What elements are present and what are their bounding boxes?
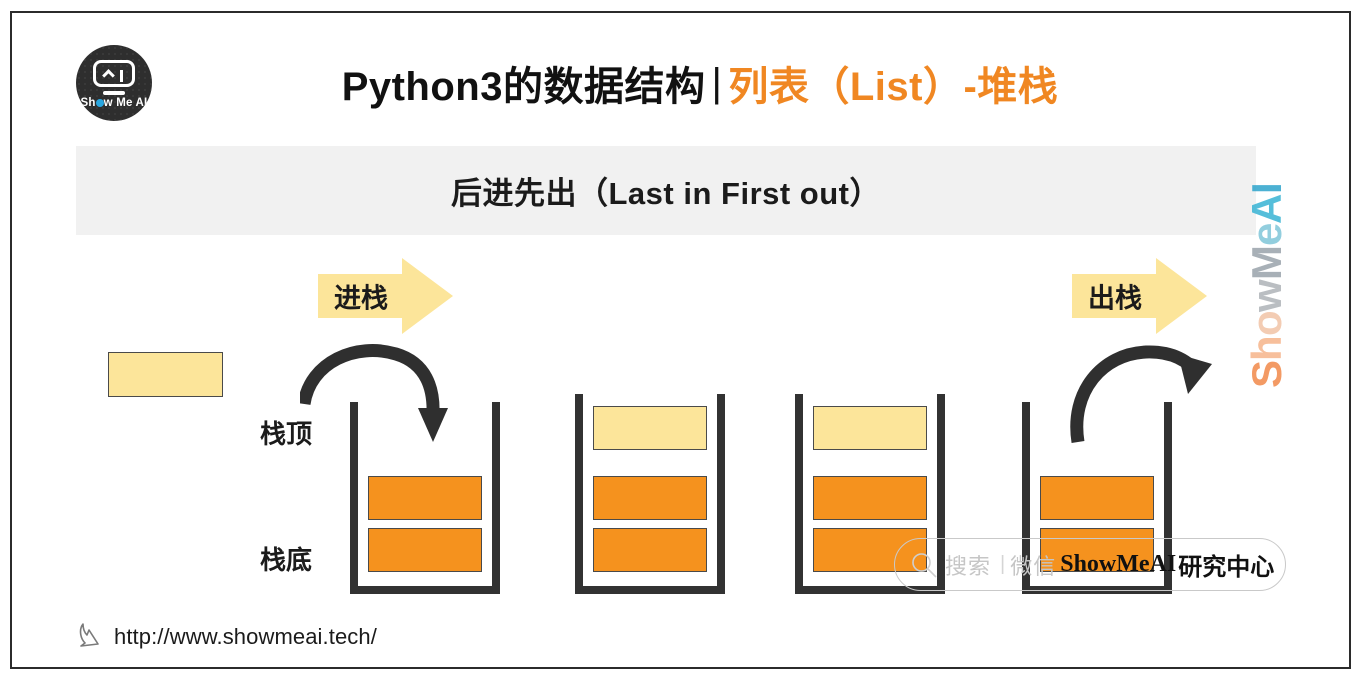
search-divider: | xyxy=(1000,553,1006,575)
stack-slot-new xyxy=(593,406,707,450)
stack-slot xyxy=(368,528,482,572)
cursor-pointer-icon xyxy=(79,623,99,647)
pop-arrow-banner: 出栈 xyxy=(1072,258,1207,334)
subtitle-band: 后进先出（Last in First out） xyxy=(76,146,1256,235)
logo-brand-pre: Sh xyxy=(80,97,96,109)
search-channel-text: 微信 xyxy=(1010,553,1057,579)
search-account-cn: 研究中心 xyxy=(1178,554,1275,581)
watermark-letter: h xyxy=(1243,336,1290,361)
stack-initial xyxy=(350,402,500,594)
stack-slot xyxy=(1040,476,1154,520)
logo-brand-text: Sh w Me AI xyxy=(76,97,152,109)
watermark-letter: M xyxy=(1243,246,1290,280)
stack-wall-left xyxy=(795,394,803,594)
footer-url-text: http://www.showmeai.tech/ xyxy=(114,624,377,649)
logo-robot-face-icon xyxy=(93,60,135,87)
stack-after-push xyxy=(575,394,725,594)
logo-brand-post: w Me AI xyxy=(103,97,148,109)
pop-arrow-label: 出栈 xyxy=(1088,283,1142,314)
logo-chin-icon xyxy=(103,91,125,95)
stack-slot xyxy=(813,476,927,520)
stack-slot xyxy=(593,528,707,572)
search-placeholder-text: 搜索 xyxy=(945,553,992,579)
stack-floor xyxy=(350,586,500,594)
page-title-main: Python3的数据结构 xyxy=(341,65,706,109)
footer-url-row[interactable]: http://www.showmeai.tech/ xyxy=(78,622,377,652)
stack-wall-right xyxy=(717,394,725,594)
search-overlay-box[interactable]: 搜索 | 微信 ShowMeAI 研究中心 xyxy=(894,538,1286,591)
search-icon xyxy=(912,552,937,578)
stack-top-label: 栈顶 xyxy=(260,419,313,449)
stack-wall-left xyxy=(350,402,358,594)
subtitle-text: 后进先出（Last in First out） xyxy=(451,176,881,211)
stack-slot xyxy=(593,476,707,520)
logo-caret-icon xyxy=(102,69,115,82)
page-title-separator: | xyxy=(711,60,723,105)
stack-slot xyxy=(368,476,482,520)
showmeai-vertical-watermark: ShowMeAI xyxy=(1243,128,1290,388)
watermark-letter: I xyxy=(1243,183,1290,195)
stack-bottom-label: 栈底 xyxy=(260,545,313,575)
stack-wall-left xyxy=(575,394,583,594)
logo-brand-dot-icon xyxy=(95,99,104,107)
watermark-letter: e xyxy=(1243,223,1290,246)
logo-bar-icon xyxy=(119,70,123,82)
page-title: Python3的数据结构 | 列表（List）-堆栈 xyxy=(200,47,1200,119)
slide-canvas: Sh w Me AI Python3的数据结构 | 列表（List）-堆栈 后进先… xyxy=(0,0,1361,680)
watermark-letter: S xyxy=(1243,360,1290,388)
watermark-letter: w xyxy=(1243,280,1290,312)
page-title-accent: 列表（List）-堆栈 xyxy=(728,65,1059,109)
stack-floor xyxy=(575,586,725,594)
push-arrow-label: 进栈 xyxy=(334,283,388,314)
watermark-letter: A xyxy=(1243,194,1290,224)
search-account-latin: ShowMeAI xyxy=(1060,551,1177,577)
watermark-letter: o xyxy=(1243,311,1290,337)
stack-slot-new xyxy=(813,406,927,450)
incoming-element-block xyxy=(108,352,223,397)
push-arrow-banner: 进栈 xyxy=(318,258,453,334)
showmeai-logo: Sh w Me AI xyxy=(76,45,152,121)
stack-wall-right xyxy=(492,402,500,594)
